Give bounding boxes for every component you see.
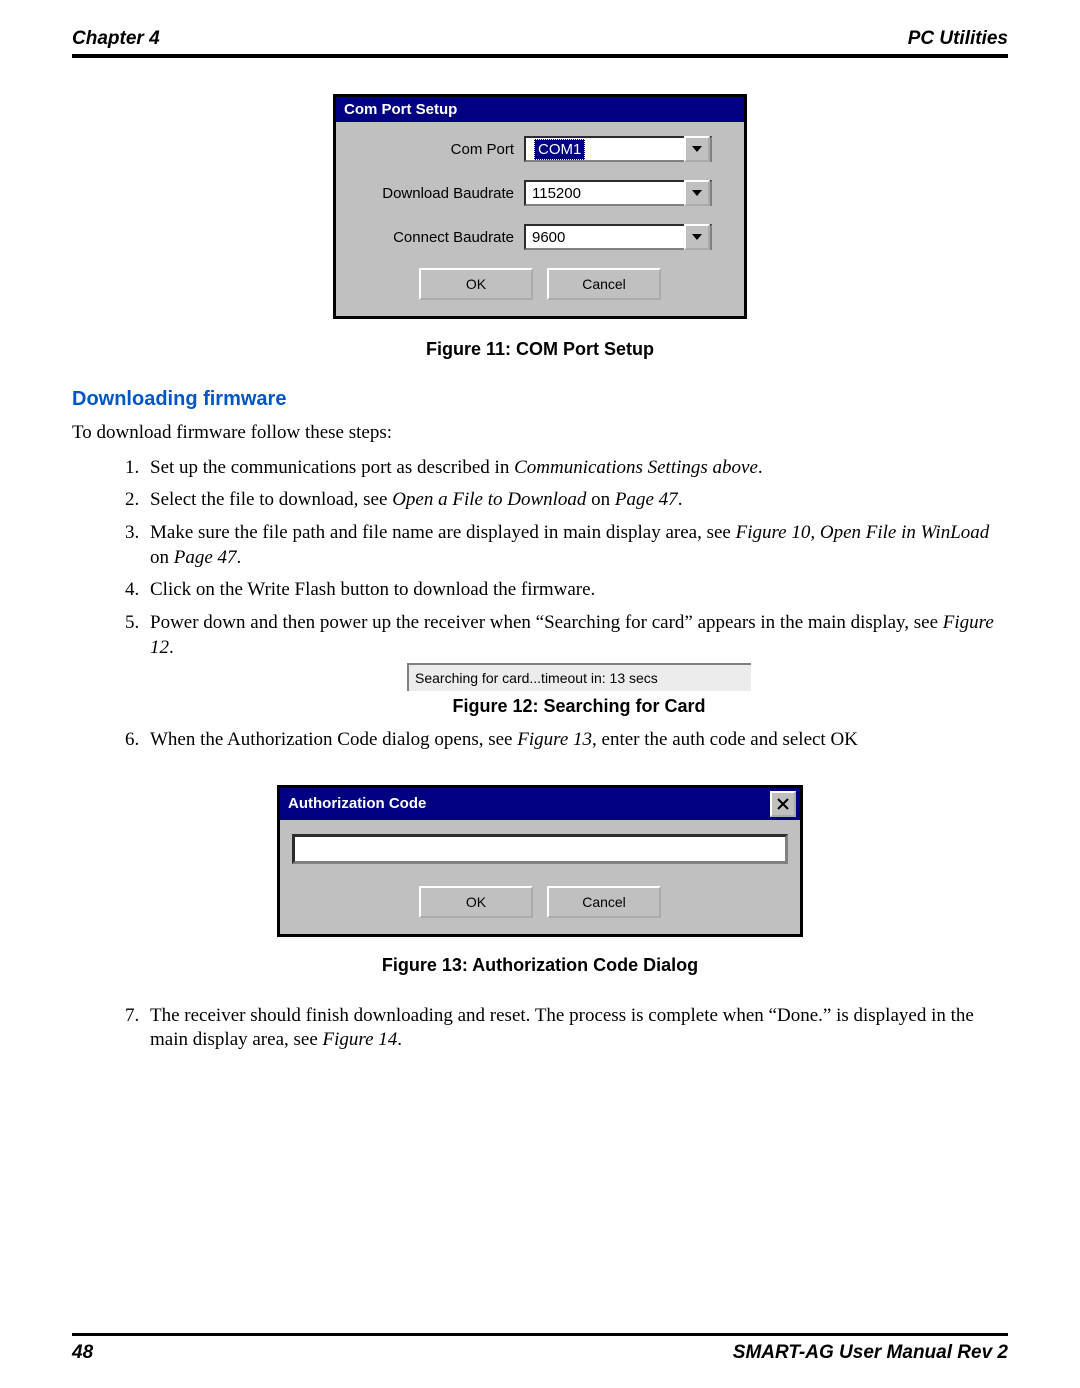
dialog-title: Com Port Setup bbox=[336, 97, 744, 122]
auth-code-input[interactable] bbox=[292, 834, 788, 864]
intro-text: To download firmware follow these steps: bbox=[72, 421, 1008, 446]
com-port-row: Com Port COM1 bbox=[354, 136, 726, 162]
header-rule bbox=[72, 54, 1008, 58]
searching-text: Searching for card...timeout in: 13 secs bbox=[415, 670, 658, 686]
footer-row: 48 SMART-AG User Manual Rev 2 bbox=[72, 1342, 1008, 1364]
combo-value: 9600 bbox=[526, 227, 684, 248]
button-row: OK Cancel bbox=[292, 886, 788, 918]
page-footer: 48 SMART-AG User Manual Rev 2 bbox=[72, 1333, 1008, 1364]
download-baudrate-row: Download Baudrate 115200 bbox=[354, 180, 726, 206]
page-header: Chapter 4 PC Utilities bbox=[72, 28, 1008, 50]
cancel-button[interactable]: Cancel bbox=[547, 886, 661, 918]
step-1: Set up the communications port as descri… bbox=[144, 456, 1008, 481]
combo-value: COM1 bbox=[526, 137, 684, 162]
authorization-code-dialog: Authorization Code OK Cancel bbox=[277, 785, 803, 937]
figure-11-caption: Figure 11: COM Port Setup bbox=[72, 339, 1008, 360]
dialog-body: Com Port COM1 Download Baudrate 115200 bbox=[336, 122, 744, 316]
dialog-titlebar: Authorization Code bbox=[280, 788, 800, 820]
connect-baudrate-combo[interactable]: 9600 bbox=[524, 224, 712, 250]
step-5: Power down and then power up the receive… bbox=[144, 611, 1008, 718]
chevron-down-icon[interactable] bbox=[684, 180, 710, 206]
steps-list: Set up the communications port as descri… bbox=[72, 456, 1008, 761]
combo-selected-text: COM1 bbox=[534, 139, 585, 160]
step-3: Make sure the file path and file name ar… bbox=[144, 521, 1008, 570]
step-6: When the Authorization Code dialog opens… bbox=[144, 728, 1008, 753]
combo-value: 115200 bbox=[526, 183, 684, 204]
manual-title: SMART-AG User Manual Rev 2 bbox=[733, 1342, 1008, 1364]
com-port-setup-dialog: Com Port Setup Com Port COM1 Download Ba… bbox=[333, 94, 747, 319]
download-baudrate-label: Download Baudrate bbox=[354, 185, 524, 202]
step-2: Select the file to download, see Open a … bbox=[144, 488, 1008, 513]
figure-12-caption: Figure 12: Searching for Card bbox=[150, 695, 1008, 718]
step-7: The receiver should finish downloading a… bbox=[144, 1004, 1008, 1053]
com-port-label: Com Port bbox=[354, 141, 524, 158]
step-4: Click on the Write Flash button to downl… bbox=[144, 578, 1008, 603]
page-number: 48 bbox=[72, 1342, 93, 1364]
downloading-firmware-heading: Downloading firmware bbox=[72, 388, 1008, 411]
figure-13-caption: Figure 13: Authorization Code Dialog bbox=[72, 955, 1008, 976]
header-right: PC Utilities bbox=[908, 28, 1008, 50]
dialog-title: Authorization Code bbox=[288, 795, 426, 812]
download-baudrate-combo[interactable]: 115200 bbox=[524, 180, 712, 206]
searching-for-card-statusbar: Searching for card...timeout in: 13 secs bbox=[407, 663, 751, 691]
steps-list-cont: The receiver should finish downloading a… bbox=[72, 1004, 1008, 1061]
close-icon[interactable] bbox=[770, 791, 796, 817]
ok-button[interactable]: OK bbox=[419, 268, 533, 300]
connect-baudrate-label: Connect Baudrate bbox=[354, 229, 524, 246]
dialog-body: OK Cancel bbox=[280, 820, 800, 934]
button-row: OK Cancel bbox=[354, 268, 726, 300]
chevron-down-icon[interactable] bbox=[684, 136, 710, 162]
cancel-button[interactable]: Cancel bbox=[547, 268, 661, 300]
footer-rule bbox=[72, 1333, 1008, 1336]
header-left: Chapter 4 bbox=[72, 28, 160, 50]
chevron-down-icon[interactable] bbox=[684, 224, 710, 250]
ok-button[interactable]: OK bbox=[419, 886, 533, 918]
com-port-combo[interactable]: COM1 bbox=[524, 136, 712, 162]
page: Chapter 4 PC Utilities Com Port Setup Co… bbox=[0, 0, 1080, 1388]
connect-baudrate-row: Connect Baudrate 9600 bbox=[354, 224, 726, 250]
